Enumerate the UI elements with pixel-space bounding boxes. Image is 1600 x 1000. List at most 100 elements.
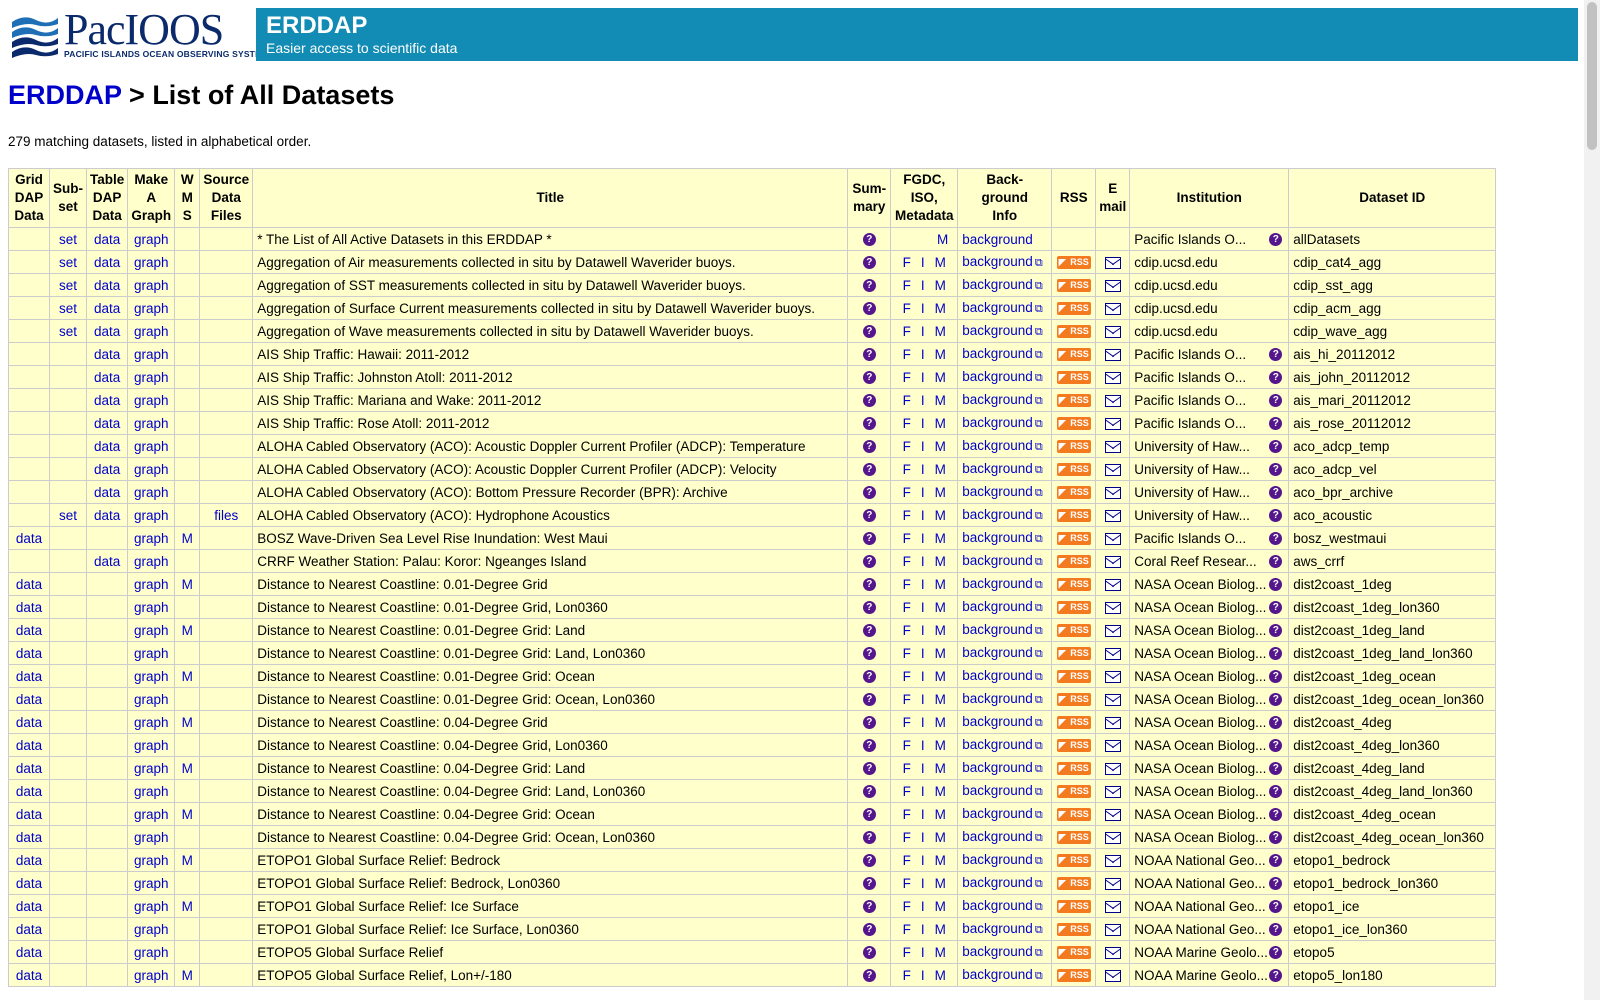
- subset-link[interactable]: set: [59, 301, 77, 316]
- iso-link[interactable]: I: [921, 301, 925, 316]
- iso-link[interactable]: I: [921, 485, 925, 500]
- iso-link[interactable]: I: [921, 577, 925, 592]
- background-link[interactable]: background: [962, 852, 1033, 867]
- question-icon[interactable]: ?: [862, 647, 876, 661]
- question-icon[interactable]: ?: [1269, 577, 1283, 591]
- metadata-link[interactable]: M: [935, 278, 946, 293]
- tabledap-link[interactable]: data: [94, 393, 120, 408]
- metadata-link[interactable]: M: [935, 830, 946, 845]
- fgdc-link[interactable]: F: [903, 945, 911, 960]
- wms-link[interactable]: M: [182, 531, 193, 546]
- background-link[interactable]: background: [962, 944, 1033, 959]
- make-graph-link[interactable]: graph: [134, 301, 169, 316]
- make-graph-link[interactable]: graph: [134, 554, 169, 569]
- rss-icon[interactable]: RSS: [1056, 739, 1091, 753]
- background-link[interactable]: background: [962, 507, 1033, 522]
- question-icon[interactable]: ?: [862, 532, 876, 546]
- question-icon[interactable]: ?: [862, 716, 876, 730]
- fgdc-link[interactable]: F: [903, 393, 911, 408]
- iso-link[interactable]: I: [921, 255, 925, 270]
- tabledap-link[interactable]: data: [94, 416, 120, 431]
- fgdc-link[interactable]: F: [903, 485, 911, 500]
- metadata-link[interactable]: M: [935, 393, 946, 408]
- question-icon[interactable]: ?: [1269, 853, 1283, 867]
- iso-link[interactable]: I: [921, 945, 925, 960]
- rss-icon[interactable]: RSS: [1056, 946, 1091, 960]
- fgdc-link[interactable]: F: [903, 738, 911, 753]
- question-icon[interactable]: ?: [1269, 485, 1283, 499]
- question-icon[interactable]: ?: [862, 440, 876, 454]
- question-icon[interactable]: ?: [862, 417, 876, 431]
- metadata-link[interactable]: M: [935, 623, 946, 638]
- iso-link[interactable]: I: [921, 462, 925, 477]
- question-icon[interactable]: ?: [1269, 508, 1283, 522]
- tabledap-link[interactable]: data: [94, 347, 120, 362]
- tabledap-link[interactable]: data: [94, 439, 120, 454]
- background-link[interactable]: background: [962, 530, 1033, 545]
- rss-icon[interactable]: RSS: [1056, 371, 1091, 385]
- fgdc-link[interactable]: F: [903, 830, 911, 845]
- subset-link[interactable]: set: [59, 255, 77, 270]
- fgdc-link[interactable]: F: [903, 439, 911, 454]
- make-graph-link[interactable]: graph: [134, 324, 169, 339]
- rss-icon[interactable]: RSS: [1056, 348, 1091, 362]
- metadata-link[interactable]: M: [935, 807, 946, 822]
- rss-icon[interactable]: RSS: [1056, 532, 1091, 546]
- metadata-link[interactable]: M: [935, 968, 946, 983]
- question-icon[interactable]: ?: [1269, 393, 1283, 407]
- envelope-icon[interactable]: [1104, 969, 1121, 982]
- background-link[interactable]: background: [962, 898, 1033, 913]
- question-icon[interactable]: ?: [862, 302, 876, 316]
- make-graph-link[interactable]: graph: [134, 439, 169, 454]
- question-icon[interactable]: ?: [862, 923, 876, 937]
- question-icon[interactable]: ?: [862, 900, 876, 914]
- question-icon[interactable]: ?: [862, 670, 876, 684]
- make-graph-link[interactable]: graph: [134, 462, 169, 477]
- rss-icon[interactable]: RSS: [1056, 279, 1091, 293]
- envelope-icon[interactable]: [1104, 716, 1121, 729]
- iso-link[interactable]: I: [921, 692, 925, 707]
- envelope-icon[interactable]: [1104, 923, 1121, 936]
- fgdc-link[interactable]: F: [903, 968, 911, 983]
- background-link[interactable]: background: [962, 323, 1033, 338]
- background-link[interactable]: background: [962, 254, 1033, 269]
- background-link[interactable]: background: [962, 576, 1033, 591]
- question-icon[interactable]: ?: [862, 256, 876, 270]
- envelope-icon[interactable]: [1104, 693, 1121, 706]
- background-link[interactable]: background: [962, 392, 1033, 407]
- rss-icon[interactable]: RSS: [1056, 854, 1091, 868]
- make-graph-link[interactable]: graph: [134, 692, 169, 707]
- rss-icon[interactable]: RSS: [1056, 900, 1091, 914]
- fgdc-link[interactable]: F: [903, 577, 911, 592]
- question-icon[interactable]: ?: [862, 486, 876, 500]
- rss-icon[interactable]: RSS: [1056, 785, 1091, 799]
- iso-link[interactable]: I: [921, 646, 925, 661]
- question-icon[interactable]: ?: [1269, 784, 1283, 798]
- envelope-icon[interactable]: [1104, 417, 1121, 430]
- fgdc-link[interactable]: F: [903, 646, 911, 661]
- question-icon[interactable]: ?: [1269, 692, 1283, 706]
- metadata-link[interactable]: M: [935, 853, 946, 868]
- question-icon[interactable]: ?: [862, 693, 876, 707]
- tabledap-link[interactable]: data: [94, 554, 120, 569]
- question-icon[interactable]: ?: [1269, 715, 1283, 729]
- question-icon[interactable]: ?: [1269, 922, 1283, 936]
- fgdc-link[interactable]: F: [903, 600, 911, 615]
- iso-link[interactable]: I: [921, 508, 925, 523]
- wms-link[interactable]: M: [182, 853, 193, 868]
- background-link[interactable]: background: [962, 369, 1033, 384]
- envelope-icon[interactable]: [1104, 762, 1121, 775]
- question-icon[interactable]: ?: [862, 785, 876, 799]
- question-icon[interactable]: ?: [1269, 899, 1283, 913]
- envelope-icon[interactable]: [1104, 946, 1121, 959]
- fgdc-link[interactable]: F: [903, 692, 911, 707]
- question-icon[interactable]: ?: [1269, 761, 1283, 775]
- fgdc-link[interactable]: F: [903, 669, 911, 684]
- wms-link[interactable]: M: [182, 577, 193, 592]
- question-icon[interactable]: ?: [1269, 554, 1283, 568]
- griddap-link[interactable]: data: [16, 692, 42, 707]
- subset-link[interactable]: set: [59, 232, 77, 247]
- background-link[interactable]: background: [962, 461, 1033, 476]
- pacioos-logo[interactable]: PacIOOS PACIFIC ISLANDS OCEAN OBSERVING …: [8, 5, 268, 61]
- fgdc-link[interactable]: F: [903, 554, 911, 569]
